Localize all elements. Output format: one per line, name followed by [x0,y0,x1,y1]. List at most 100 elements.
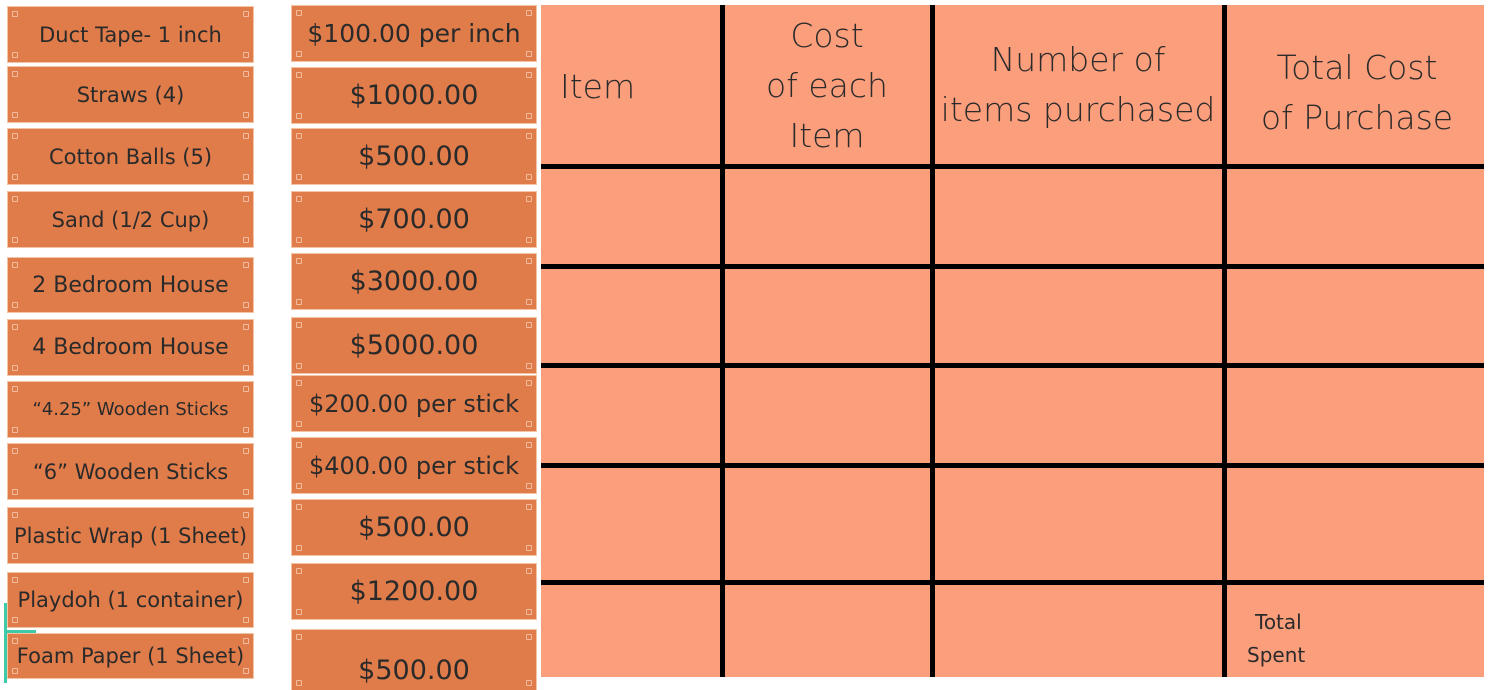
price-card-plastic-wrap[interactable]: $500.00 [292,500,536,555]
item-card-4-bedroom-house[interactable]: 4 Bedroom House [8,320,253,375]
price-card-foam-paper[interactable]: $500.00 [292,630,536,690]
item-card-2-bedroom-house[interactable]: 2 Bedroom House [8,258,253,312]
price-card-6-wooden-sticks[interactable]: $400.00 per stick [292,438,536,493]
corner-handle-icon [296,322,302,328]
corner-handle-icon [526,442,532,448]
corner-handle-icon [243,302,249,308]
corner-handle-icon [243,112,249,118]
corner-handle-icon [296,10,302,16]
item-label: “4.25” Wooden Sticks [32,399,229,420]
header-line: of each [766,66,888,105]
price-card-duct-tape[interactable]: $100.00 per inch [292,6,536,61]
price-label: $400.00 per stick [308,451,520,480]
grid-line-horizontal [541,164,1484,169]
corner-handle-icon [296,51,302,57]
corner-handle-icon [12,365,18,371]
table-cell[interactable] [546,368,720,463]
corner-handle-icon [526,363,532,369]
item-card-straws[interactable]: Straws (4) [8,67,253,122]
table-cell[interactable] [546,269,720,363]
corner-handle-icon [526,237,532,243]
table-cell[interactable] [935,169,1222,264]
item-card-duct-tape[interactable]: Duct Tape- 1 inch [8,7,253,62]
corner-handle-icon [243,365,249,371]
price-label: $5000.00 [349,330,479,361]
table-cell[interactable] [546,468,720,580]
header-number-purchased: Number of items purchased [934,35,1222,135]
corner-handle-icon [526,51,532,57]
corner-handle-icon [243,133,249,139]
item-label: Cotton Balls (5) [48,144,213,169]
table-cell[interactable] [725,368,930,463]
corner-handle-icon [243,448,249,454]
corner-handle-icon [243,512,249,518]
corner-handle-icon [296,113,302,119]
price-label: $200.00 per stick [308,389,520,418]
corner-handle-icon [243,553,249,559]
item-label: Sand (1/2 Cup) [51,207,210,232]
price-card-sand[interactable]: $700.00 [292,192,536,247]
table-cell[interactable] [935,368,1222,463]
table-cell[interactable] [725,169,930,264]
corner-handle-icon [12,11,18,17]
price-card-playdoh[interactable]: $1200.00 [292,564,536,619]
price-card-straws[interactable]: $1000.00 [292,68,536,123]
table-cell[interactable] [546,585,720,677]
table-cell[interactable] [725,468,930,580]
table-cell[interactable] [935,468,1222,580]
selection-handle[interactable] [4,603,7,683]
corner-handle-icon [296,504,302,510]
item-card-plastic-wrap[interactable]: Plastic Wrap (1 Sheet) [8,508,253,563]
corner-handle-icon [526,174,532,180]
item-label: Straws (4) [76,82,185,107]
table-cell[interactable] [725,585,930,677]
table-cell[interactable] [546,169,720,264]
item-card-6-wooden-sticks[interactable]: “6” Wooden Sticks [8,444,253,499]
price-card-4-25-wooden-sticks[interactable]: $200.00 per stick [292,376,536,431]
item-card-sand[interactable]: Sand (1/2 Cup) [8,192,253,247]
corner-handle-icon [243,237,249,243]
item-card-cotton-balls[interactable]: Cotton Balls (5) [8,129,253,184]
table-cell[interactable] [725,269,930,363]
price-label: $500.00 [358,141,470,172]
table-cell[interactable] [1227,468,1484,580]
header-line: Total Cost [1276,48,1438,87]
price-label: $3000.00 [349,266,479,297]
corner-handle-icon [526,299,532,305]
price-label: $500.00 [358,655,470,686]
corner-handle-icon [12,262,18,268]
corner-handle-icon [12,512,18,518]
corner-handle-icon [12,617,18,623]
table-cell[interactable] [935,585,1222,677]
item-card-playdoh[interactable]: Playdoh (1 container) [8,573,253,627]
corner-handle-icon [243,489,249,495]
corner-handle-icon [243,11,249,17]
grid-line-horizontal [541,463,1484,468]
item-card-4-25-wooden-sticks[interactable]: “4.25” Wooden Sticks [8,382,253,437]
corner-handle-icon [243,577,249,583]
corner-handle-icon [296,133,302,139]
corner-handle-icon [526,680,532,686]
table-cell[interactable] [1227,169,1484,264]
price-card-2-bedroom-house[interactable]: $3000.00 [292,254,536,309]
price-card-4-bedroom-house[interactable]: $5000.00 [292,318,536,373]
grid-line-vertical [1222,5,1227,677]
corner-handle-icon [296,442,302,448]
corner-handle-icon [526,483,532,489]
table-cell[interactable] [1227,269,1484,363]
corner-handle-icon [243,427,249,433]
price-card-cotton-balls[interactable]: $500.00 [292,129,536,184]
corner-handle-icon [296,680,302,686]
corner-handle-icon [243,262,249,268]
grid-line-horizontal [541,363,1484,368]
item-card-foam-paper[interactable]: Foam Paper (1 Sheet) [8,634,253,678]
table-cell[interactable] [1227,368,1484,463]
corner-handle-icon [526,634,532,640]
item-label: 2 Bedroom House [32,272,229,298]
table-cell[interactable] [935,269,1222,363]
corner-handle-icon [12,196,18,202]
total-spent-label: Total Spent [1247,606,1305,672]
corner-handle-icon [526,258,532,264]
corner-handle-icon [243,196,249,202]
corner-handle-icon [526,568,532,574]
